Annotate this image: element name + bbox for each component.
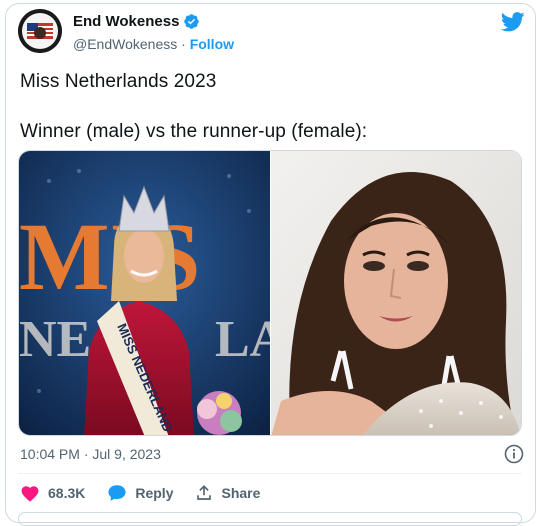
- like-button[interactable]: 68.3K: [20, 484, 85, 502]
- author-handle-row: @EndWokeness · Follow: [73, 36, 234, 52]
- banner-small-text-right: LA: [215, 311, 270, 368]
- runner-up-photo: [271, 151, 521, 435]
- info-icon[interactable]: [504, 444, 524, 464]
- share-icon: [197, 485, 212, 500]
- media-image-runner-up[interactable]: [271, 151, 521, 435]
- media-image-winner[interactable]: MIS NE LA MISS NEDERLAND: [19, 151, 288, 435]
- share-label: Share: [221, 485, 261, 501]
- author-handle[interactable]: @EndWokeness: [73, 36, 177, 52]
- tweet-text-line-2: Winner (male) vs the runner-up (female):: [20, 121, 368, 142]
- heart-icon: [21, 486, 39, 502]
- reply-label: Reply: [135, 485, 174, 501]
- tweet-timestamp[interactable]: 10:04 PM · Jul 9, 2023: [20, 446, 161, 462]
- follow-button[interactable]: Follow: [190, 36, 234, 52]
- verified-badge-icon: [184, 14, 200, 29]
- avatar[interactable]: [18, 9, 62, 53]
- author-display-name[interactable]: End Wokeness: [73, 13, 179, 30]
- like-count: 68.3K: [48, 485, 86, 501]
- share-button[interactable]: Share: [195, 484, 260, 502]
- tweet-actions: 68.3K Reply Share: [20, 484, 260, 502]
- tweet-media[interactable]: MIS NE LA MISS NEDERLAND: [18, 150, 522, 436]
- avatar-logo: [18, 9, 62, 53]
- reply-bubble-icon: [108, 485, 126, 501]
- actions-divider: [18, 473, 522, 474]
- twitter-bird-icon[interactable]: [501, 12, 525, 32]
- reply-button[interactable]: Reply: [107, 484, 173, 502]
- author-name-row: End Wokeness: [73, 13, 200, 30]
- read-replies-bar[interactable]: [18, 512, 522, 526]
- winner-photo: MIS NE LA MISS NEDERLAND: [19, 151, 288, 435]
- banner-small-text: NE: [19, 311, 91, 368]
- handle-separator: ·: [181, 36, 186, 52]
- tweet-text-line-1: Miss Netherlands 2023: [20, 71, 217, 92]
